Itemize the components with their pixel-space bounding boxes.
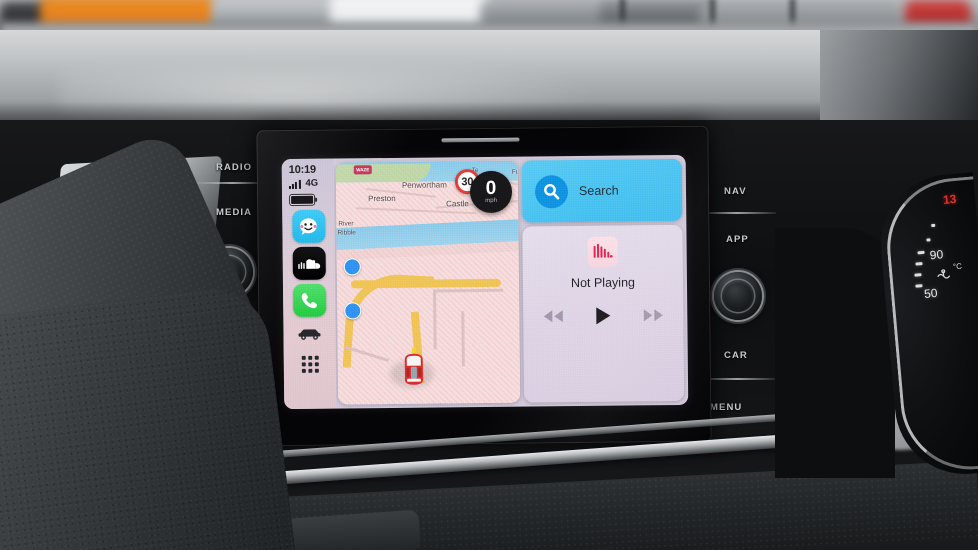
battery-icon xyxy=(289,193,316,207)
search-icon xyxy=(544,183,560,200)
map-label-castle: Castle xyxy=(446,199,469,209)
dashboard-scene: PASSENGER AIR BAG OFF ON RADIO MEDIA xyxy=(0,0,978,550)
carplay-sidebar: 10:19 4G xyxy=(281,158,337,410)
map-side-road xyxy=(433,289,437,350)
signal-bars-icon xyxy=(288,179,301,190)
network-type: 4G xyxy=(305,177,319,189)
cluster-tick xyxy=(926,238,931,242)
cluster-temp-unit: °C xyxy=(952,261,963,272)
cluster-tick xyxy=(914,273,922,277)
cluster-tick xyxy=(915,262,923,266)
search-icon-circle xyxy=(534,174,569,208)
red-car-marker xyxy=(400,347,428,386)
map-pin[interactable] xyxy=(344,302,362,320)
phone-icon xyxy=(301,292,317,308)
search-widget[interactable]: Search xyxy=(521,158,683,223)
map-side-road xyxy=(461,311,465,367)
sidebar-car-icon[interactable] xyxy=(294,321,324,347)
sidebar-apps-grid[interactable] xyxy=(295,351,325,377)
apple-music-icon xyxy=(587,236,618,267)
cluster-value-lower: 50 xyxy=(923,285,939,301)
map-label-ribble: Ribble xyxy=(337,229,356,237)
menu-button[interactable]: MENU xyxy=(710,402,742,413)
play-icon[interactable] xyxy=(594,306,612,326)
carplay-dashboard: WAZE Penwortham Preston Castle Te Fuel e… xyxy=(334,155,689,409)
map-label-fuel: Fuel xyxy=(511,168,521,176)
soundcloud-icon xyxy=(297,258,320,269)
map-pin[interactable] xyxy=(343,258,361,276)
tuning-knob[interactable] xyxy=(714,272,762,320)
cluster-tick xyxy=(917,250,925,255)
sidebar-app-soundcloud[interactable] xyxy=(292,246,326,281)
signal-area: 4G xyxy=(288,177,334,190)
radio-button[interactable]: RADIO xyxy=(216,162,252,173)
map-label-preston: Preston xyxy=(368,193,396,204)
waze-icon xyxy=(299,217,317,235)
media-button[interactable]: MEDIA xyxy=(216,207,252,218)
now-playing-widget[interactable]: Not Playing xyxy=(522,224,685,403)
nav-button[interactable]: NAV xyxy=(724,186,747,197)
car-button[interactable]: CAR xyxy=(724,350,748,361)
dash-mask xyxy=(775,228,895,478)
map-label-river: River xyxy=(338,220,354,228)
transport-controls xyxy=(542,305,664,326)
knob-face xyxy=(722,280,754,312)
carplay-screen: 10:19 4G WAZE Penwortham Preston Castle … xyxy=(281,154,689,410)
app-button[interactable]: APP xyxy=(726,234,749,245)
speedometer: 0 mph xyxy=(469,170,513,214)
cluster-value-upper: 90 xyxy=(929,247,944,263)
rewind-icon[interactable] xyxy=(542,308,564,324)
current-speed-value: 0 xyxy=(485,178,497,200)
clock: 10:19 xyxy=(288,163,316,177)
now-playing-title: Not Playing xyxy=(570,275,636,291)
left-dashboard-wing xyxy=(0,282,296,550)
speed-unit: mph xyxy=(485,197,497,204)
carplay-widget-column: Search Not Playing xyxy=(521,158,685,403)
cluster-warning-digits: 13 xyxy=(942,191,957,207)
map-label-penwortham: Penwortham xyxy=(401,180,447,190)
head-unit: 10:19 4G WAZE Penwortham Preston Castle … xyxy=(256,125,712,447)
car-icon xyxy=(298,329,321,340)
sidebar-app-waze[interactable] xyxy=(291,209,326,244)
grid-apps-icon xyxy=(301,355,319,373)
map-parkland xyxy=(335,163,431,183)
cluster-tick xyxy=(931,223,936,228)
sidebar-app-phone[interactable] xyxy=(292,283,326,318)
cluster-tick xyxy=(915,284,923,288)
waze-map-panel[interactable]: WAZE Penwortham Preston Castle Te Fuel e… xyxy=(335,160,521,405)
coolant-temp-icon xyxy=(935,267,955,287)
divider xyxy=(698,212,776,214)
status-bar: 10:19 4G xyxy=(282,164,334,207)
map-badge: WAZE xyxy=(353,165,372,175)
search-label: Search xyxy=(578,183,619,198)
fast-forward-icon[interactable] xyxy=(642,307,664,323)
sensor-slot xyxy=(441,137,520,143)
